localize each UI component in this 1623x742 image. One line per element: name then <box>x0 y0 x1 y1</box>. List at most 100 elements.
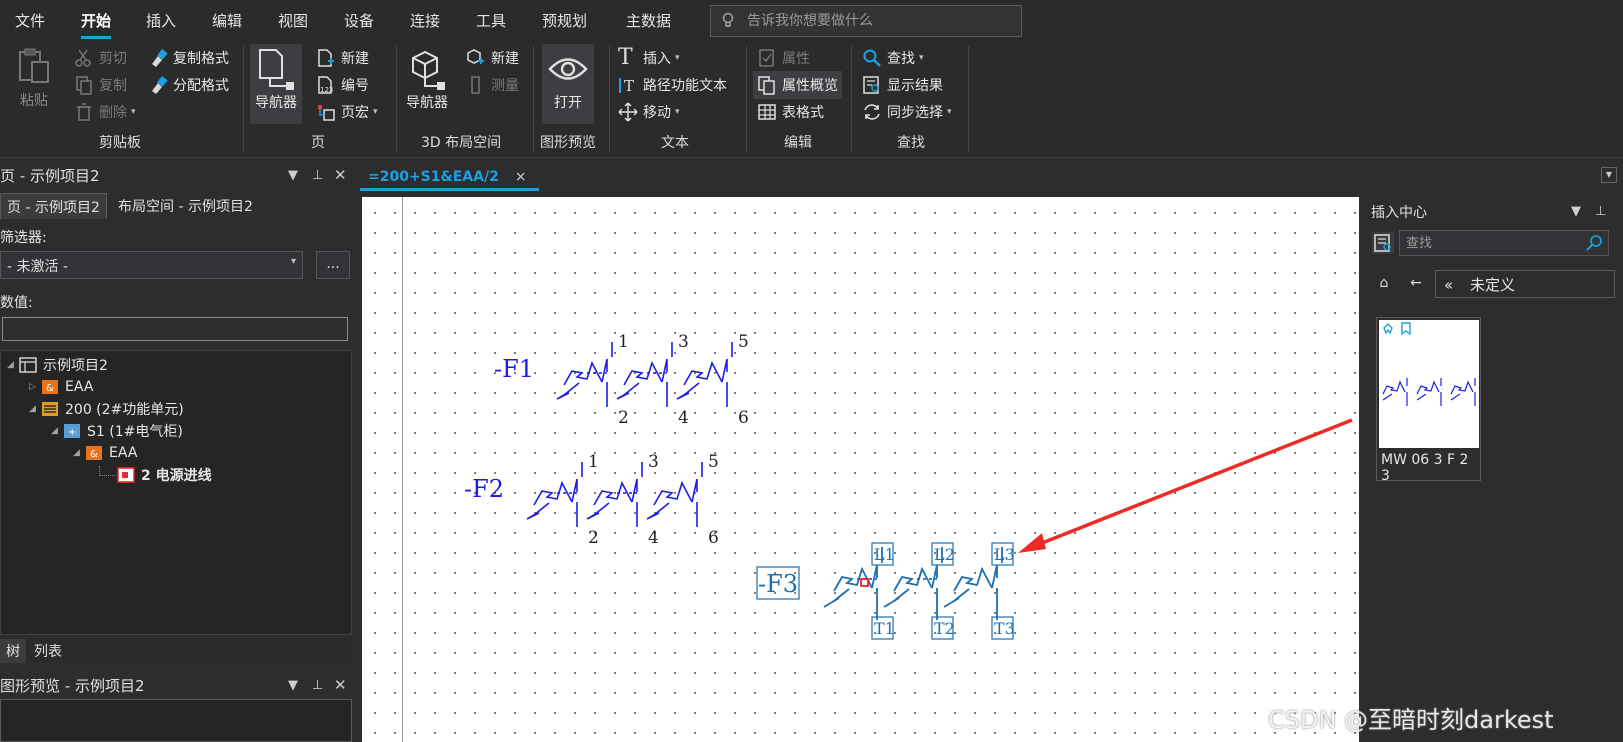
tell-me-box[interactable] <box>710 5 1022 37</box>
macro-thumbnail <box>1379 320 1479 448</box>
delete-button[interactable]: 删除 ▾ <box>74 100 136 124</box>
filter-value: - 未激活 - <box>7 259 69 275</box>
chevron-down-icon: ▾ <box>675 53 680 63</box>
collapse-icon[interactable]: ◢ <box>73 448 85 458</box>
tree-node-project[interactable]: ◢ 示例项目2 <box>7 355 108 375</box>
f3-terminal-l2: L2 <box>934 545 955 564</box>
paste-button[interactable]: 粘贴 <box>8 46 60 116</box>
back-arrow-icon[interactable]: ← <box>1403 270 1429 296</box>
move-text-button[interactable]: 移动 ▾ <box>618 100 680 124</box>
insert-text-button[interactable]: T 插入 ▾ <box>618 46 680 70</box>
macro-card[interactable]: MW 06 3 F 2 3 <box>1376 317 1481 484</box>
insert-center-search[interactable] <box>1399 230 1609 256</box>
tree-connector <box>99 466 115 476</box>
pin-icon[interactable]: ⊥ <box>312 168 323 183</box>
tree-node-page-2[interactable]: 2 电源进线 <box>99 465 212 485</box>
panel-menu-icon[interactable]: ▼ <box>1571 204 1581 219</box>
group-divider <box>746 46 747 152</box>
menu-device[interactable]: 设备 <box>344 10 374 31</box>
collapse-icon[interactable]: ◢ <box>29 404 41 414</box>
find-button[interactable]: 查找 ▾ <box>862 46 924 70</box>
f3-terminal-l3: L3 <box>994 545 1015 564</box>
f3-tag: -F3 <box>758 570 798 598</box>
tree-node-label: 示例项目2 <box>43 358 108 374</box>
sync-select-button[interactable]: 同步选择 ▾ <box>862 100 952 124</box>
preview-panel-title: 图形预览 - 示例项目2 <box>0 677 145 695</box>
insert-center-search-input[interactable] <box>1400 231 1580 255</box>
properties-button[interactable]: 属性 <box>757 46 810 70</box>
panel-menu-icon[interactable]: ▼ <box>288 678 298 693</box>
group-divider <box>243 46 244 152</box>
panel-menu-icon[interactable]: ▼ <box>288 168 298 183</box>
layout3d-navigator-button[interactable]: 导航器 <box>401 44 453 124</box>
copy-format-button[interactable]: 复制格式 <box>148 46 229 70</box>
path-function-text-button[interactable]: T 路径功能文本 <box>618 73 727 97</box>
menu-tools[interactable]: 工具 <box>476 10 506 31</box>
pin-icon[interactable]: ⊥ <box>312 678 323 693</box>
move-icon <box>618 102 638 122</box>
layout3d-new-button[interactable]: 新建 <box>466 46 519 70</box>
chevron-down-icon[interactable]: ▼ <box>1601 167 1617 183</box>
menu-connect[interactable]: 连接 <box>410 10 440 31</box>
insert-center-path[interactable]: « 未定义 <box>1435 270 1615 298</box>
ribbon: 粘贴 剪切 复制 删除 ▾ 复制格式 分配格式 剪贴板 导航器 新建 123 编号… <box>0 40 1623 158</box>
menu-edit[interactable]: 编辑 <box>212 10 242 31</box>
double-chevron-left-icon[interactable]: « <box>1444 276 1453 294</box>
collapse-icon[interactable]: ◢ <box>7 360 19 370</box>
layout3d-new-label: 新建 <box>491 51 519 67</box>
tree-node-s1[interactable]: ◢ + S1 (1#电气柜) <box>51 421 183 441</box>
tree-node-eaa[interactable]: ▷ & EAA <box>29 377 93 397</box>
schematic-canvas[interactable]: -F1 1 3 5 2 4 6 -F2 1 3 5 2 4 6 -F3 L1 L… <box>362 197 1359 742</box>
menu-view[interactable]: 视图 <box>278 10 308 31</box>
value-input[interactable] <box>2 317 348 341</box>
page-macro-button[interactable]: 页宏 ▾ <box>316 100 378 124</box>
close-icon[interactable]: ✕ <box>334 676 347 694</box>
menu-insert[interactable]: 插入 <box>146 10 176 31</box>
f1-terminal-bottom-2: 2 <box>618 408 629 428</box>
menu-master-data[interactable]: 主数据 <box>626 10 671 31</box>
number-button[interactable]: 123 编号 <box>316 73 369 97</box>
menu-file[interactable]: 文件 <box>15 10 45 31</box>
show-results-button[interactable]: 显示结果 <box>862 73 943 97</box>
menu-home[interactable]: 开始 <box>81 10 112 39</box>
filter-more-button[interactable]: ... <box>316 251 350 279</box>
pin-icon[interactable]: ⊥ <box>1595 204 1606 219</box>
clipboard-group-label: 剪贴板 <box>99 135 141 151</box>
page-navigator-button[interactable]: 导航器 <box>250 44 302 124</box>
document-tab[interactable]: =200+S1&EAA/2 × <box>360 161 539 191</box>
filter-view-icon[interactable] <box>1372 232 1394 254</box>
cut-button[interactable]: 剪切 <box>74 46 127 70</box>
tab-list[interactable]: 列表 <box>28 639 68 663</box>
chevron-down-icon: ▾ <box>675 107 680 117</box>
tree-node-unit-200[interactable]: ◢ 200 (2#功能单元) <box>29 399 184 419</box>
close-icon[interactable]: ✕ <box>334 166 347 184</box>
tree-node-eaa-child[interactable]: ◢ & EAA <box>73 443 137 463</box>
sync-select-label: 同步选择 <box>887 105 943 121</box>
tab-tree[interactable]: 树 <box>0 639 26 663</box>
copy-button[interactable]: 复制 <box>74 73 127 97</box>
f2-terminal-bottom-4: 4 <box>648 528 659 548</box>
collapse-icon[interactable]: ◢ <box>51 426 63 436</box>
assign-format-button[interactable]: 分配格式 <box>148 73 229 97</box>
eye-icon <box>548 58 588 80</box>
insert-center-panel: 插入中心 ▼ ⊥ ⌂ ← « 未定义 <box>1363 197 1623 742</box>
group-divider <box>609 46 610 152</box>
property-overview-label: 属性概览 <box>782 78 838 94</box>
home-icon[interactable]: ⌂ <box>1371 270 1397 296</box>
tell-me-input[interactable] <box>747 6 1017 36</box>
filter-label: 筛选器: <box>0 230 47 246</box>
menu-preplanning[interactable]: 预规划 <box>542 10 587 31</box>
open-preview-button[interactable]: 打开 <box>542 44 594 124</box>
close-icon[interactable]: × <box>515 169 527 185</box>
document-tab-label: =200+S1&EAA/2 <box>368 168 499 185</box>
insertion-point-marker <box>860 578 869 587</box>
filter-select[interactable]: - 未激活 - ▾ <box>0 251 303 279</box>
expand-icon[interactable]: ▷ <box>29 382 41 392</box>
new-page-button[interactable]: 新建 <box>316 46 369 70</box>
tab-pages[interactable]: 页 - 示例项目2 <box>0 193 107 219</box>
measure-button[interactable]: 测量 <box>466 73 519 97</box>
search-icon[interactable] <box>1586 234 1604 252</box>
property-overview-button[interactable]: 属性概览 <box>753 71 842 99</box>
table-format-button[interactable]: 表格式 <box>757 100 824 124</box>
tab-layout-space[interactable]: 布局空间 - 示例项目2 <box>112 193 259 219</box>
